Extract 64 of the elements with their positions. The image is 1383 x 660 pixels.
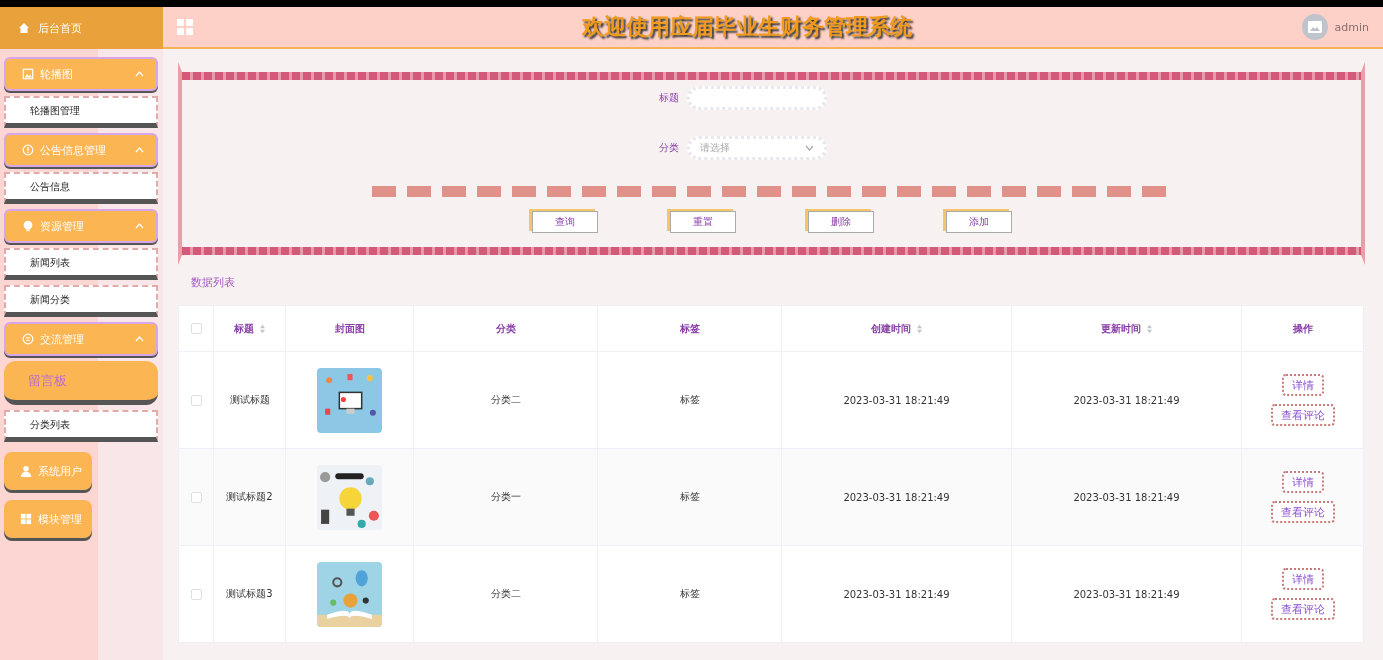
row-action-button[interactable]: 详情 [1281,568,1324,590]
menu-item[interactable]: 分类列表 [4,410,158,442]
home-icon [18,22,30,34]
username[interactable]: admin [1334,20,1369,34]
image-icon [1307,21,1322,33]
menu-item[interactable]: 新闻列表 [4,248,158,280]
section-title: 数据列表 [191,275,236,290]
table-cell: 2023-03-31 18:21:49 [843,491,950,503]
row-action-button[interactable]: 查看评论 [1270,404,1335,426]
checkbox[interactable] [190,394,202,406]
field-label: 分类 [657,141,679,155]
action-button[interactable]: 添加 [945,211,1012,233]
avatar[interactable] [1301,14,1328,40]
table-cell: 分类一 [490,491,521,502]
column-header: 标签 [679,321,700,336]
row-action-button[interactable]: 查看评论 [1270,501,1335,523]
row-action-button[interactable]: 详情 [1281,374,1324,396]
table-cell: 2023-03-31 18:21:49 [843,588,950,600]
bulb-icon [22,220,34,232]
column-header: 标题 [233,321,254,336]
menu-item[interactable]: 轮播图管理 [4,96,158,128]
app-title: 欢迎使用应届毕业生财务管理系统 [580,13,914,41]
image-icon [22,68,34,80]
action-button[interactable]: 重置 [669,211,736,233]
caret-icon [135,147,144,153]
column-header: 封面图 [334,321,365,336]
chat-icon [22,333,34,345]
chevron-down-icon [804,145,814,151]
table-cell: 2023-03-31 18:21:49 [1073,588,1180,600]
caret-icon [135,71,144,77]
table-cell: 标签 [679,491,700,502]
table-cell: 分类二 [490,394,521,405]
action-button[interactable]: 查询 [531,211,598,233]
grid-icon [20,513,32,525]
checkbox[interactable] [190,323,202,335]
table-cell: 测试标题2 [226,491,273,502]
table-cell: 标签 [679,588,700,599]
table-cell: 2023-03-31 18:21:49 [843,394,950,406]
table-cell: 分类二 [490,588,521,599]
column-header: 操作 [1292,321,1313,336]
user-icon [20,465,32,477]
column-header: 创建时间 [870,321,911,336]
menu-icon[interactable] [177,19,193,35]
menu-item[interactable]: 公告信息 [4,172,158,204]
row-action-button[interactable]: 详情 [1281,471,1324,493]
caret-icon [135,223,144,229]
field-label: 标题 [657,91,679,105]
action-button[interactable]: 删除 [807,211,874,233]
checkbox[interactable] [190,588,202,600]
table-cell: 2023-03-31 18:21:49 [1073,491,1180,503]
checkbox[interactable] [190,491,202,503]
column-header: 分类 [495,321,516,336]
column-header: 更新时间 [1100,321,1141,336]
table-cell: 2023-03-31 18:21:49 [1073,394,1180,406]
row-action-button[interactable]: 查看评论 [1270,598,1335,620]
sort-icon[interactable] [915,323,923,334]
table-cell: 测试标题3 [226,588,273,599]
menu-item[interactable]: 新闻分类 [4,285,158,317]
table-cell: 测试标题 [229,394,270,405]
sort-icon[interactable] [258,323,266,334]
sort-icon[interactable] [1145,323,1153,334]
info-icon [22,144,34,156]
table-cell: 标签 [679,394,700,405]
caret-icon [135,336,144,342]
